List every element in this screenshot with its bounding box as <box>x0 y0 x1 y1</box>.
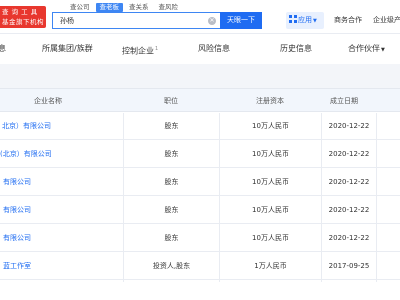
tab-partners[interactable]: 合作伙伴▼ <box>348 36 385 62</box>
enterprise-link[interactable]: 企业级产 <box>373 12 400 29</box>
tab-risk-info[interactable]: 风险信息 <box>198 36 230 62</box>
tab-group[interactable]: 所属集团/族群 <box>42 36 93 62</box>
search-tab-company[interactable]: 查公司 <box>66 3 94 12</box>
date-cell: 2020-12-22 <box>328 150 370 158</box>
capital-cell: 10万人民币 <box>252 122 289 130</box>
top-bar: 查 询 工 具 基金旗下机构 查公司 查老板 查关系 查风险 ✕ 天眼一下 应用… <box>0 0 400 34</box>
column-founding-date: 成立日期 <box>330 97 358 105</box>
position-cell: 股东 <box>164 122 179 130</box>
position-cell: 股东 <box>164 234 179 242</box>
search-tab-boss[interactable]: 查老板 <box>95 3 123 12</box>
logo-line-2: 基金旗下机构 <box>2 18 44 26</box>
position-cell: 股东 <box>164 178 179 186</box>
capital-cell: 10万人民币 <box>252 234 289 242</box>
table-row: 北京）有限公司 股东 10万人民币 2020-12-22 <box>0 112 400 140</box>
position-cell: 投资人,股东 <box>152 262 191 270</box>
position-cell: 股东 <box>164 150 179 158</box>
date-cell: 2017-09-25 <box>328 262 370 270</box>
table-body: 北京）有限公司 股东 10万人民币 2020-12-22 (北京）有限公司 股东… <box>0 112 400 280</box>
apps-label: 应用 <box>298 16 312 24</box>
company-name-link[interactable]: (北京）有限公司 <box>0 140 120 168</box>
search-tab-relation[interactable]: 查关系 <box>125 3 153 12</box>
table-row: (北京）有限公司 股东 10万人民币 2020-12-22 <box>0 140 400 168</box>
grid-icon <box>289 15 297 23</box>
section-divider <box>0 64 400 88</box>
apps-button[interactable]: 应用▼ <box>286 12 324 29</box>
capital-cell: 10万人民币 <box>252 178 289 186</box>
column-divider <box>321 113 322 282</box>
company-name-link[interactable]: 有限公司 <box>0 168 120 196</box>
clear-icon[interactable]: ✕ <box>208 16 216 25</box>
column-divider <box>376 113 377 282</box>
tab-controlled-companies[interactable]: 控制企业1 <box>122 36 158 62</box>
company-name-link[interactable]: 北京）有限公司 <box>0 112 120 140</box>
search-box: ✕ <box>52 12 220 29</box>
company-name-link[interactable]: 有限公司 <box>0 196 120 224</box>
date-cell: 2020-12-22 <box>328 206 370 214</box>
capital-cell: 10万人民币 <box>252 150 289 158</box>
category-tabs: 息 所属集团/族群 控制企业1 风险信息 历史信息 合作伙伴▼ <box>0 36 400 62</box>
company-name-link[interactable]: 有限公司 <box>0 224 120 252</box>
search-button[interactable]: 天眼一下 <box>220 12 262 29</box>
table-row: 蓝工作室 投资人,股东 1万人民币 2017-09-25 <box>0 252 400 280</box>
tab-controlled-companies-label: 控制企业 <box>122 46 154 56</box>
count-badge: 1 <box>155 46 159 52</box>
tab-partners-label: 合作伙伴 <box>348 44 380 53</box>
column-position: 职位 <box>164 97 178 105</box>
date-cell: 2020-12-22 <box>328 234 370 242</box>
tab-history-info[interactable]: 历史信息 <box>280 36 312 62</box>
capital-cell: 10万人民币 <box>252 206 289 214</box>
column-divider <box>219 113 220 282</box>
logo-line-1: 查 询 工 具 <box>2 8 38 16</box>
capital-cell: 1万人民币 <box>254 262 287 270</box>
chevron-down-icon: ▼ <box>313 18 317 24</box>
tab-info[interactable]: 息 <box>0 36 6 62</box>
company-name-link[interactable]: 蓝工作室 <box>0 252 120 280</box>
date-cell: 2020-12-22 <box>328 122 370 130</box>
search-type-tabs: 查公司 查老板 查关系 查风险 <box>66 3 182 12</box>
column-company-name: 企业名称 <box>34 97 62 105</box>
company-table: 企业名称 职位 注册资本 成立日期 北京）有限公司 股东 10万人民币 2020… <box>0 88 400 282</box>
table-header: 企业名称 职位 注册资本 成立日期 <box>0 88 400 112</box>
search-input[interactable] <box>53 13 193 28</box>
column-registered-capital: 注册资本 <box>256 97 284 105</box>
chevron-down-icon: ▼ <box>381 47 385 53</box>
table-row: 有限公司 股东 10万人民币 2020-12-22 <box>0 224 400 252</box>
position-cell: 股东 <box>164 206 179 214</box>
table-row: 有限公司 股东 10万人民币 2020-12-22 <box>0 168 400 196</box>
table-row: 有限公司 股东 10万人民币 2020-12-22 <box>0 196 400 224</box>
column-divider <box>123 113 124 282</box>
business-cooperation-link[interactable]: 商务合作 <box>334 12 362 29</box>
search-tab-risk[interactable]: 查风险 <box>155 3 183 12</box>
date-cell: 2020-12-22 <box>328 178 370 186</box>
logo-badge[interactable]: 查 询 工 具 基金旗下机构 <box>0 6 46 28</box>
